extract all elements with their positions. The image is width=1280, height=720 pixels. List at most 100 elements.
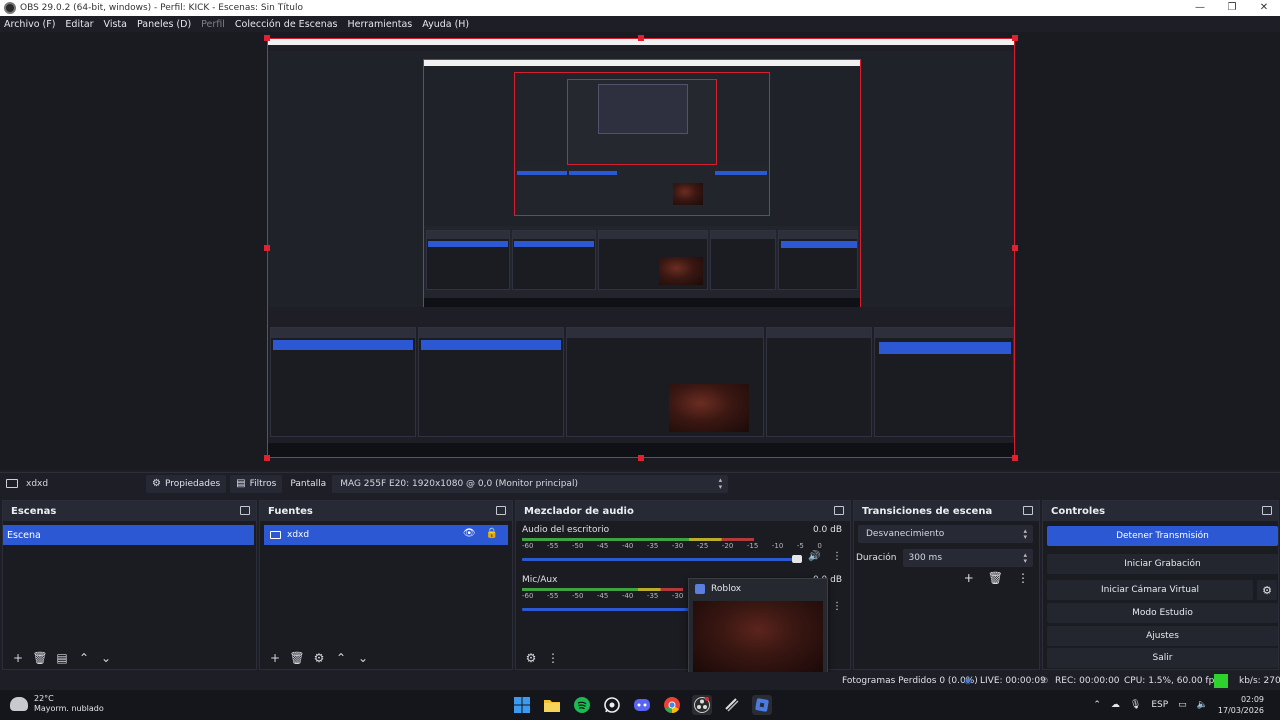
undock-icon[interactable] bbox=[1023, 506, 1033, 515]
discord-icon[interactable] bbox=[632, 695, 652, 715]
resize-handle[interactable] bbox=[1012, 245, 1018, 251]
add-icon[interactable]: + bbox=[964, 571, 974, 585]
duration-spinbox[interactable]: 300 ms ▴ ▾ bbox=[902, 549, 1033, 567]
windows-start-icon[interactable] bbox=[512, 695, 532, 715]
start-recording-button[interactable]: Iniciar Grabación bbox=[1047, 554, 1278, 574]
eye-icon[interactable]: 👁 bbox=[463, 528, 476, 539]
spotify-icon[interactable] bbox=[572, 695, 592, 715]
menu-tools[interactable]: Herramientas bbox=[348, 19, 413, 30]
nested2-scene-selected bbox=[428, 241, 508, 247]
nested-mixer-head bbox=[567, 328, 763, 338]
preview-area[interactable] bbox=[0, 32, 1280, 470]
meter-tick: -10 bbox=[771, 542, 784, 550]
microphone-icon[interactable]: 🎙 bbox=[1130, 700, 1141, 710]
nested3-docks bbox=[515, 165, 769, 215]
cpu-fps: CPU: 1.5%, 60.00 fps bbox=[1124, 676, 1219, 686]
minimize-button[interactable]: — bbox=[1184, 0, 1216, 16]
volume-slider[interactable] bbox=[522, 608, 692, 611]
display-select[interactable]: MAG 255F E20: 1920x1080 @ 0,0 (Monitor p… bbox=[332, 474, 729, 493]
resize-handle[interactable] bbox=[264, 35, 270, 41]
monitor-icon bbox=[270, 531, 281, 539]
nested-sources-head bbox=[419, 328, 563, 338]
whatsapp-icon[interactable] bbox=[602, 695, 622, 715]
resize-handle[interactable] bbox=[638, 455, 644, 461]
move-up-icon[interactable]: ⌃ bbox=[330, 649, 352, 667]
network-tray-icon[interactable]: ☁ bbox=[1111, 700, 1120, 710]
steam-icon[interactable] bbox=[722, 695, 742, 715]
stop-stream-button[interactable]: Detener Transmisión bbox=[1047, 526, 1278, 546]
taskbar-preview-popup[interactable]: Roblox bbox=[688, 578, 828, 678]
resize-handle[interactable] bbox=[638, 35, 644, 41]
menu-view[interactable]: Vista bbox=[104, 19, 127, 30]
menu-help[interactable]: Ayuda (H) bbox=[422, 19, 469, 30]
file-explorer-icon[interactable] bbox=[542, 695, 562, 715]
filters-button[interactable]: ▤ Filtros bbox=[230, 474, 283, 493]
start-virtual-camera-button[interactable]: Iniciar Cámara Virtual bbox=[1047, 580, 1253, 600]
resize-handle[interactable] bbox=[264, 455, 270, 461]
channel-name: Audio del escritorio bbox=[522, 525, 610, 535]
menu-profile[interactable]: Perfil bbox=[201, 19, 225, 30]
more-options-icon[interactable]: ⋮ bbox=[1017, 571, 1029, 585]
move-down-icon[interactable]: ⌄ bbox=[95, 649, 117, 667]
transition-select[interactable]: Desvanecimiento ▴ ▾ bbox=[858, 525, 1033, 543]
resize-handle[interactable] bbox=[1012, 35, 1018, 41]
undock-icon[interactable] bbox=[834, 506, 844, 515]
close-button[interactable]: ✕ bbox=[1248, 0, 1280, 16]
exit-button[interactable]: Salir bbox=[1047, 648, 1278, 668]
nested-stop-stream bbox=[879, 342, 1011, 354]
undock-icon[interactable] bbox=[240, 506, 250, 515]
menu-edit[interactable]: Editar bbox=[65, 19, 93, 30]
move-up-icon[interactable]: ⌃ bbox=[73, 649, 95, 667]
volume-slider-knob[interactable] bbox=[792, 555, 802, 563]
menu-file[interactable]: Archivo (F) bbox=[4, 19, 55, 30]
language-indicator[interactable]: ESP bbox=[1151, 700, 1168, 710]
volume-slider[interactable] bbox=[522, 558, 800, 561]
menu-docks[interactable]: Paneles (D) bbox=[137, 19, 191, 30]
virtual-camera-settings-icon[interactable]: ⚙ bbox=[1257, 580, 1277, 600]
window-thumbnail[interactable] bbox=[693, 601, 823, 673]
trash-icon[interactable]: 🗑 bbox=[988, 571, 1003, 585]
resize-handle[interactable] bbox=[1012, 455, 1018, 461]
meter-tick: -25 bbox=[696, 542, 709, 550]
obs-icon[interactable] bbox=[692, 695, 712, 715]
studio-mode-button[interactable]: Modo Estudio bbox=[1047, 603, 1278, 623]
display-icon[interactable]: ▭ bbox=[1178, 700, 1187, 710]
settings-button[interactable]: Ajustes bbox=[1047, 626, 1278, 646]
scene-item[interactable]: Escena bbox=[3, 525, 254, 545]
add-icon[interactable]: + bbox=[7, 649, 29, 667]
volume-icon[interactable]: 🔈 bbox=[1197, 700, 1208, 710]
windows-taskbar: 22°C Mayorm. nublado ⌃ ☁ 🎙 ESP ▭ 🔈 02:09… bbox=[0, 690, 1280, 720]
more-options-icon[interactable]: ⋮ bbox=[832, 601, 842, 612]
add-icon[interactable]: + bbox=[264, 649, 286, 667]
menu-scene-collection[interactable]: Colección de Escenas bbox=[235, 19, 338, 30]
roblox-icon[interactable] bbox=[752, 695, 772, 715]
filter-icon[interactable]: ▤ bbox=[51, 649, 73, 667]
trash-icon[interactable]: 🗑 bbox=[29, 649, 51, 667]
nested2-mixer-head bbox=[599, 231, 707, 239]
nested-docks bbox=[268, 307, 1014, 457]
more-options-icon[interactable]: ⋮ bbox=[832, 551, 842, 562]
undock-icon[interactable] bbox=[496, 506, 506, 515]
nested-menu-bar bbox=[268, 45, 1014, 51]
nested-source-selected bbox=[421, 340, 561, 350]
preview-canvas[interactable] bbox=[267, 38, 1015, 458]
chevron-up-icon[interactable]: ⌃ bbox=[1093, 700, 1101, 710]
more-options-icon[interactable]: ⋮ bbox=[542, 649, 564, 667]
undock-icon[interactable] bbox=[1262, 506, 1272, 515]
speaker-icon[interactable]: 🔊 bbox=[808, 551, 820, 562]
popup-title-bar: Roblox bbox=[689, 579, 827, 599]
clock[interactable]: 02:09 17/03/2026 bbox=[1218, 694, 1264, 716]
trash-icon[interactable]: 🗑 bbox=[286, 649, 308, 667]
properties-button[interactable]: ⚙ Propiedades bbox=[146, 474, 227, 493]
resize-handle[interactable] bbox=[264, 245, 270, 251]
advanced-audio-icon[interactable]: ⚙ bbox=[520, 649, 542, 667]
move-down-icon[interactable]: ⌄ bbox=[352, 649, 374, 667]
audio-mixer-header: Mezclador de audio bbox=[516, 501, 850, 521]
weather-widget[interactable]: 22°C Mayorm. nublado bbox=[10, 694, 104, 714]
maximize-button[interactable]: ❐ bbox=[1216, 0, 1248, 16]
source-item[interactable]: xdxd 👁 🔒 bbox=[264, 525, 508, 545]
chrome-icon[interactable] bbox=[662, 695, 682, 715]
lock-icon[interactable]: 🔒 bbox=[486, 528, 498, 539]
rec-time: REC: 00:00:00 bbox=[1055, 676, 1120, 686]
gear-icon[interactable]: ⚙ bbox=[308, 649, 330, 667]
